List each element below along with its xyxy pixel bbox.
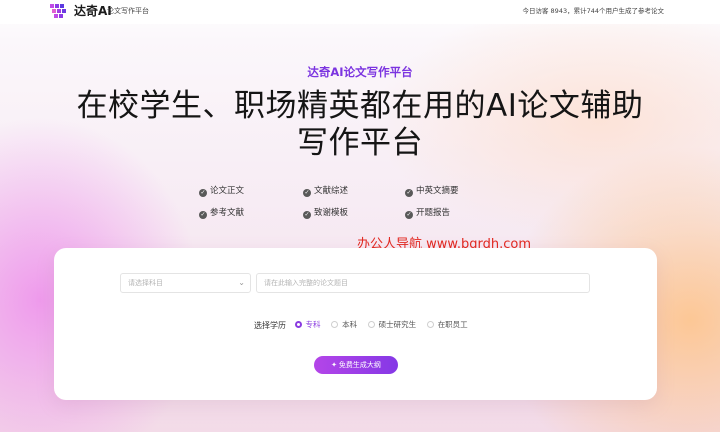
radio-selected-icon — [294, 321, 302, 328]
feature-item: ✓ 开题报告 — [405, 208, 451, 219]
headline-line-2: 写作平台 — [297, 125, 423, 161]
education-label: 选择学历 — [254, 321, 286, 330]
radio-icon — [367, 321, 375, 328]
top-bar: 达奇AI 论文写作平台 今日访客 8943，累计744个用户生成了参考论文 — [0, 0, 720, 24]
check-icon: ✓ — [405, 189, 413, 197]
hero-subtitle: 达奇AI论文写作平台 — [307, 65, 413, 79]
radio-option-employee[interactable]: 在职员工 — [426, 319, 468, 330]
radio-option-associate[interactable]: 专科 — [294, 319, 321, 330]
brand-tagline: 论文写作平台 — [107, 7, 149, 15]
feature-item: ✓ 论文正文 — [199, 186, 245, 197]
hero-headline: 在校学生、职场精英都在用的AI论文辅助 写作平台 — [50, 88, 670, 162]
check-icon: ✓ — [303, 211, 311, 219]
outline-form-card: 请选择科目 ⌄ 请在此输入完整的论文题目 选择学历 专科 本科 硕士研究生 在职… — [54, 248, 657, 400]
check-icon: ✓ — [405, 211, 413, 219]
topic-input[interactable]: 请在此输入完整的论文题目 — [256, 273, 590, 293]
feature-item: ✓ 参考文献 — [199, 208, 245, 219]
radio-option-master[interactable]: 硕士研究生 — [367, 319, 416, 330]
feature-item: ✓ 文献综述 — [303, 186, 349, 197]
generate-outline-button[interactable]: ✦ 免费生成大纲 — [314, 356, 398, 374]
education-selector: 选择学历 专科 本科 硕士研究生 在职员工 — [254, 319, 476, 331]
radio-icon — [331, 321, 339, 328]
check-icon: ✓ — [303, 189, 311, 197]
sparkle-icon: ✦ — [331, 362, 339, 369]
feature-item: ✓ 致谢模板 — [303, 208, 349, 219]
visit-stats: 今日访客 8943，累计744个用户生成了参考论文 — [522, 7, 664, 15]
chevron-down-icon: ⌄ — [238, 278, 245, 287]
radio-option-bachelor[interactable]: 本科 — [331, 319, 357, 330]
check-icon: ✓ — [199, 189, 207, 197]
radio-icon — [426, 321, 434, 328]
subject-select[interactable]: 请选择科目 ⌄ — [120, 273, 251, 293]
generate-outline-label: 免费生成大纲 — [338, 362, 381, 369]
feature-item: ✓ 中英文摘要 — [405, 186, 459, 197]
logo-icon — [50, 4, 66, 18]
check-icon: ✓ — [199, 211, 207, 219]
headline-line-1: 在校学生、职场精英都在用的AI论文辅助 — [76, 88, 644, 124]
subject-placeholder: 请选择科目 — [128, 279, 163, 287]
